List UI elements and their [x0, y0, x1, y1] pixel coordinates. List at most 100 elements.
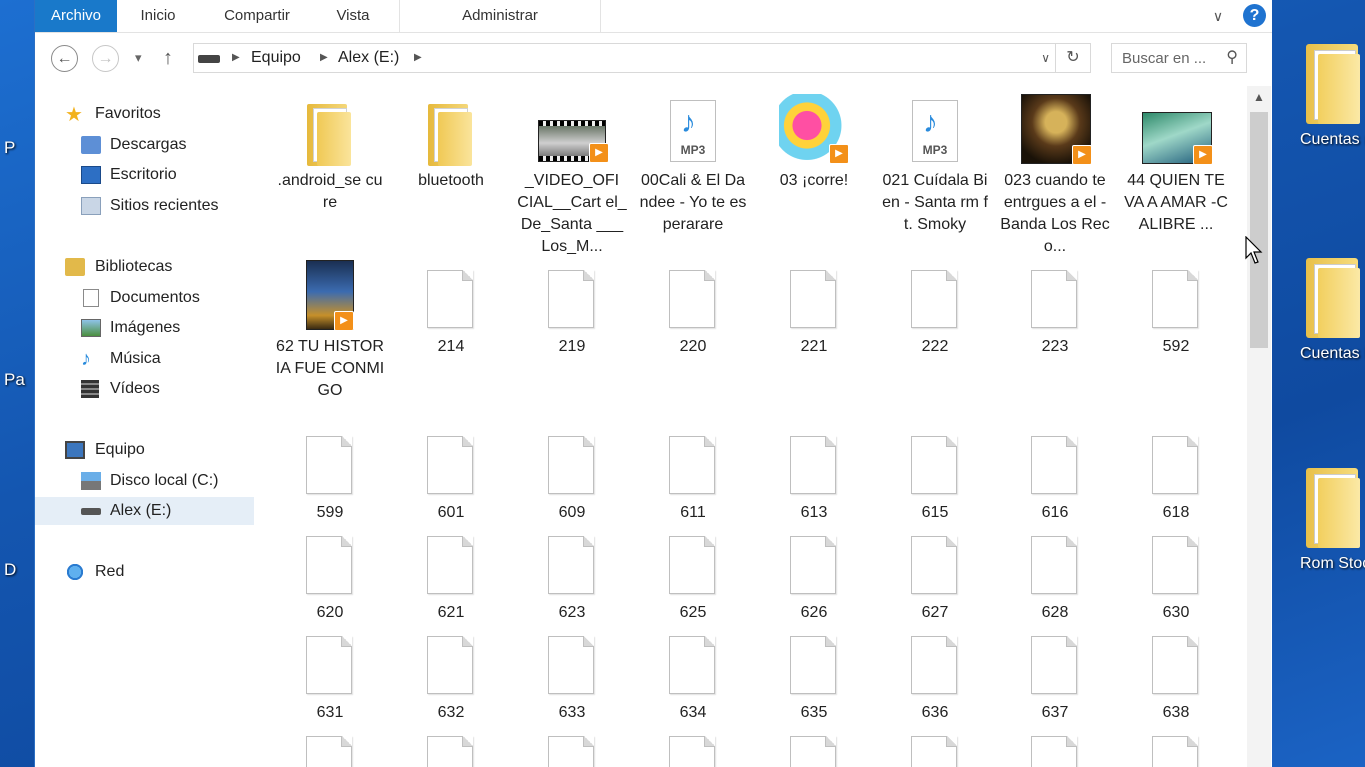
scroll-up-icon[interactable]: ▲ [1247, 90, 1271, 104]
file-tile[interactable]: ▶ _VIDEO_OFI CIAL__Cart el_De_Santa ___Lo… [517, 94, 627, 258]
tab-compartir[interactable]: Compartir [211, 0, 303, 32]
file-tile[interactable] [880, 726, 990, 767]
desktop-label-fragment: D [4, 560, 17, 579]
file-tile[interactable]: 613 [759, 426, 869, 524]
file-tile[interactable]: 633 [517, 626, 627, 724]
desktop-icon [81, 166, 101, 184]
file-tile[interactable]: 601 [396, 426, 506, 524]
file-tile[interactable]: .android_se cure [275, 94, 385, 214]
nav-imagenes[interactable]: Imágenes [35, 314, 254, 342]
up-arrow-icon[interactable]: ↑ [163, 45, 173, 71]
file-tile[interactable]: 638 [1121, 626, 1231, 724]
file-tile[interactable]: 634 [638, 626, 748, 724]
nav-favoritos[interactable]: ★ Favoritos [35, 100, 254, 128]
breadcrumb-equipo[interactable]: Equipo [251, 44, 301, 72]
nav-videos[interactable]: Vídeos [35, 375, 254, 403]
file-tile[interactable] [1000, 726, 1110, 767]
file-tile[interactable]: 625 [638, 526, 748, 624]
breadcrumb-alex-drive[interactable]: Alex (E:) [338, 44, 399, 72]
file-tile[interactable]: 599 [275, 426, 385, 524]
nav-descargas[interactable]: Descargas [35, 131, 254, 159]
file-tile[interactable]: ▶ 62 TU HISTORIA FUE CONMIGO [275, 260, 385, 402]
forward-button[interactable]: → [92, 45, 119, 72]
file-tile[interactable]: ♪ MP3 00Cali & El Dandee - Yo te esperarar… [638, 94, 748, 236]
recent-locations-dropdown[interactable]: ▾ [135, 45, 142, 71]
file-tile[interactable]: 621 [396, 526, 506, 624]
scrollbar-thumb[interactable] [1250, 112, 1268, 348]
file-tile[interactable]: 221 [759, 260, 869, 358]
search-input[interactable] [1122, 48, 1218, 68]
file-tile[interactable]: 631 [275, 626, 385, 724]
file-tile[interactable]: 630 [1121, 526, 1231, 624]
file-tile[interactable] [759, 726, 869, 767]
file-tile[interactable]: ▶ 023 cuando te entrgues a el - Banda Los… [1000, 94, 1110, 258]
file-tile[interactable]: 609 [517, 426, 627, 524]
file-tile[interactable]: 222 [880, 260, 990, 358]
nav-equipo[interactable]: Equipo [35, 436, 254, 464]
file-tile[interactable]: 592 [1121, 260, 1231, 358]
file-name: 221 [800, 338, 828, 355]
file-tile[interactable]: ▶ 03 ¡corre! [759, 94, 869, 192]
file-tile[interactable] [638, 726, 748, 767]
nav-bibliotecas[interactable]: Bibliotecas [35, 253, 254, 281]
file-tile[interactable]: ▶ 44 QUIEN TE VA A AMAR -CALIBRE ... [1121, 94, 1231, 236]
nav-disco-local[interactable]: Disco local (C:) [35, 467, 254, 495]
search-icon[interactable]: ⚲ [1226, 47, 1238, 67]
file-tile[interactable]: 618 [1121, 426, 1231, 524]
back-button[interactable]: ← [51, 45, 78, 72]
file-tile[interactable]: 632 [396, 626, 506, 724]
file-tile[interactable]: 623 [517, 526, 627, 624]
file-tile[interactable]: 637 [1000, 626, 1110, 724]
file-tile[interactable] [275, 726, 385, 767]
file-tile[interactable]: 628 [1000, 526, 1110, 624]
file-icon [669, 270, 715, 328]
file-tile[interactable]: 626 [759, 526, 869, 624]
desktop-shortcut[interactable]: Rom Stock Samsung G [1262, 464, 1365, 573]
chevron-right-icon[interactable]: ▶ [320, 44, 328, 72]
file-tile[interactable]: 615 [880, 426, 990, 524]
desktop-shortcut[interactable]: Cuentas regaladas [1262, 40, 1365, 149]
desktop-label-fragment: Pa [4, 370, 25, 389]
chevron-right-icon[interactable]: ▶ [232, 44, 240, 72]
desktop-shortcut[interactable]: Cuentas Premium p [1262, 254, 1365, 363]
file-tile[interactable]: 616 [1000, 426, 1110, 524]
file-tile[interactable] [396, 726, 506, 767]
removable-drive-icon [81, 508, 101, 515]
file-tile[interactable]: 635 [759, 626, 869, 724]
file-tile[interactable] [1121, 726, 1231, 767]
file-tile[interactable]: 219 [517, 260, 627, 358]
file-tile[interactable]: bluetooth [396, 94, 506, 192]
address-bar[interactable]: ▶ Equipo ▶ Alex (E:) ▶ ∨ ↻ [193, 43, 1091, 73]
file-icon [306, 536, 352, 594]
chevron-right-icon[interactable]: ▶ [414, 44, 422, 72]
nav-documentos[interactable]: Documentos [35, 284, 254, 312]
file-tile[interactable]: 636 [880, 626, 990, 724]
search-box[interactable]: ⚲ [1111, 43, 1247, 73]
vertical-scrollbar[interactable]: ▲ [1247, 86, 1271, 767]
file-tile[interactable]: 214 [396, 260, 506, 358]
file-tile[interactable]: 611 [638, 426, 748, 524]
file-tile[interactable]: 223 [1000, 260, 1110, 358]
ribbon-expand-icon[interactable]: ∨ [1208, 6, 1228, 26]
nav-alex-drive[interactable]: Alex (E:) [35, 497, 254, 525]
computer-icon [65, 441, 85, 459]
refresh-icon[interactable]: ↻ [1055, 44, 1090, 72]
file-tile[interactable] [517, 726, 627, 767]
chevron-down-icon[interactable]: ∨ [1041, 44, 1050, 72]
file-tile[interactable]: 220 [638, 260, 748, 358]
file-grid: .android_se cure bluetooth ▶ _VIDEO_OFI CIA… [263, 86, 1245, 767]
file-tile[interactable]: 620 [275, 526, 385, 624]
tab-administrar[interactable]: Administrar [399, 0, 601, 32]
tab-archivo[interactable]: Archivo [35, 0, 117, 32]
tab-vista[interactable]: Vista [327, 0, 379, 32]
tab-inicio[interactable]: Inicio [127, 0, 189, 32]
file-name: .android_se cure [277, 172, 383, 211]
nav-escritorio[interactable]: Escritorio [35, 161, 254, 189]
nav-red[interactable]: Red [35, 558, 254, 586]
file-tile[interactable]: 627 [880, 526, 990, 624]
nav-sitios-recientes[interactable]: Sitios recientes [35, 192, 254, 220]
file-tile[interactable]: ♪ MP3 021 Cuídala Bien - Santa rm ft. Smok… [880, 94, 990, 236]
file-icon [548, 270, 594, 328]
nav-musica[interactable]: ♪ Música [35, 345, 254, 373]
help-icon[interactable]: ? [1243, 4, 1266, 27]
